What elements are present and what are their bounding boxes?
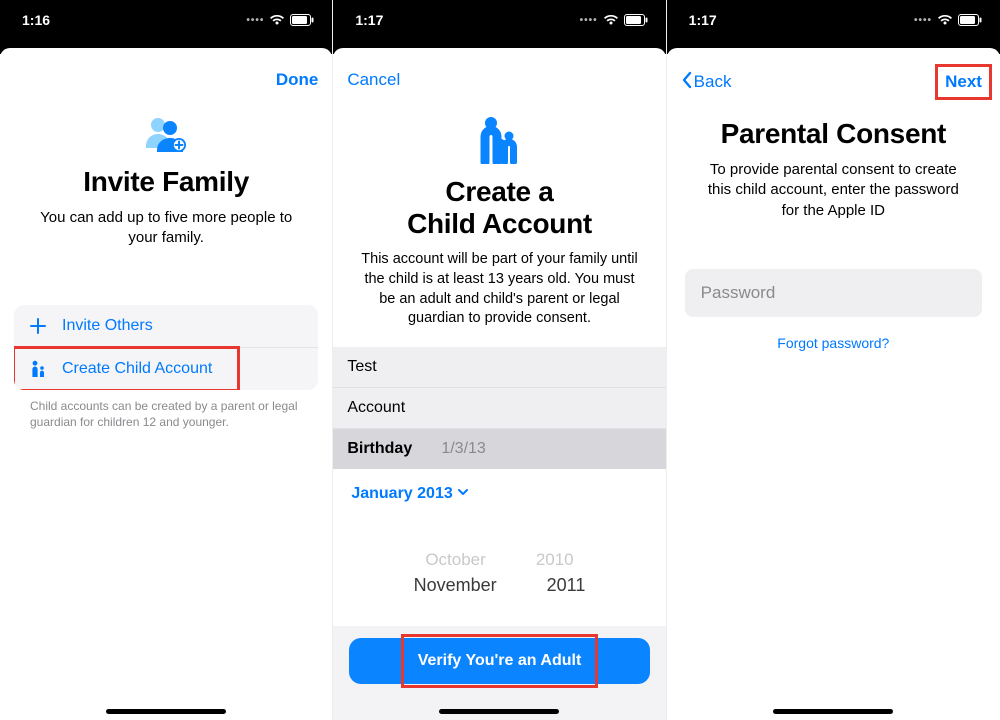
status-bar: 1:17 ••••	[333, 0, 665, 40]
back-label: Back	[694, 72, 732, 92]
sheet-grabber	[0, 40, 332, 54]
plus-icon	[28, 318, 48, 334]
forgot-password-link[interactable]: Forgot password?	[681, 335, 986, 351]
footnote: Child accounts can be created by a paren…	[14, 390, 318, 430]
sheet-grabber	[333, 40, 665, 54]
family-icon	[14, 116, 318, 154]
wheel-month: November	[414, 572, 497, 599]
wifi-icon	[269, 14, 285, 26]
date-wheel[interactable]: October 2010 November 2011	[347, 547, 651, 600]
last-name-value: Account	[347, 399, 405, 417]
wheel-year: 2011	[547, 572, 586, 599]
signal-dots-icon: ••••	[246, 15, 264, 26]
birthday-value: 1/3/13	[441, 440, 485, 458]
nav-row: Cancel	[333, 54, 665, 96]
page-subtitle: This account will be part of your family…	[347, 250, 651, 328]
last-name-field[interactable]: Account	[333, 388, 665, 429]
chevron-down-icon	[457, 485, 469, 503]
status-bar: 1:16 ••••	[0, 0, 332, 40]
page-title: Parental Consent	[681, 118, 986, 150]
status-time: 1:17	[355, 12, 383, 28]
status-right: ••••	[914, 14, 982, 26]
home-indicator[interactable]	[106, 709, 226, 714]
signal-dots-icon: ••••	[914, 15, 932, 26]
next-label: Next	[945, 72, 982, 91]
action-list: Invite Others Create Child Account	[14, 305, 318, 390]
nav-row: Back Next	[667, 54, 1000, 100]
wifi-icon	[937, 14, 953, 26]
invite-others-row[interactable]: Invite Others	[14, 305, 318, 347]
status-time: 1:16	[22, 12, 50, 28]
verify-adult-button[interactable]: Verify You're an Adult	[349, 638, 649, 684]
create-child-account-label: Create Child Account	[62, 360, 212, 378]
wheel-prev-month: October	[425, 547, 485, 573]
month-year-label: January 2013	[351, 485, 452, 503]
birthday-label: Birthday	[347, 440, 421, 458]
page-title: Create a Child Account	[347, 176, 651, 240]
home-indicator[interactable]	[439, 709, 559, 714]
status-right: ••••	[246, 14, 314, 26]
first-name-value: Test	[347, 358, 376, 376]
status-bar: 1:17 ••••	[667, 0, 1000, 40]
next-button[interactable]: Next	[941, 70, 986, 94]
birthday-field[interactable]: Birthday 1/3/13	[333, 429, 665, 469]
page-title: Invite Family	[14, 166, 318, 198]
invite-others-label: Invite Others	[62, 317, 153, 335]
battery-icon	[958, 14, 982, 26]
cancel-button[interactable]: Cancel	[347, 70, 400, 90]
status-time: 1:17	[689, 12, 717, 28]
month-year-picker[interactable]: January 2013	[347, 469, 651, 507]
status-right: ••••	[580, 14, 648, 26]
title-line1: Create a	[445, 176, 553, 207]
wifi-icon	[603, 14, 619, 26]
battery-icon	[624, 14, 648, 26]
password-placeholder: Password	[701, 283, 776, 302]
first-name-field[interactable]: Test	[333, 347, 665, 388]
signal-dots-icon: ••••	[580, 15, 598, 26]
name-birthday-form: Test Account Birthday 1/3/13	[333, 347, 665, 469]
nav-row: Done	[0, 54, 332, 96]
page-subtitle: You can add up to five more people to yo…	[14, 208, 318, 249]
verify-adult-label: Verify You're an Adult	[418, 652, 582, 669]
phone-invite-family: 1:16 •••• Done	[0, 0, 333, 720]
phone-parental-consent: 1:17 •••• Back Next	[667, 0, 1000, 720]
sheet-grabber	[667, 40, 1000, 54]
title-line2: Child Account	[407, 208, 592, 239]
password-field[interactable]: Password	[685, 269, 982, 317]
bottom-action-bar: Verify You're an Adult	[333, 626, 665, 720]
phone-create-child: 1:17 •••• Cancel	[333, 0, 666, 720]
create-child-account-row[interactable]: Create Child Account	[14, 347, 318, 390]
done-button[interactable]: Done	[276, 70, 319, 90]
battery-icon	[290, 14, 314, 26]
parent-child-hero-icon	[347, 116, 651, 164]
page-subtitle: To provide parental consent to create th…	[681, 160, 986, 221]
parent-child-icon	[28, 360, 48, 378]
back-button[interactable]: Back	[681, 71, 732, 94]
wheel-prev-year: 2010	[536, 547, 574, 573]
home-indicator[interactable]	[773, 709, 893, 714]
chevron-left-icon	[681, 71, 692, 94]
